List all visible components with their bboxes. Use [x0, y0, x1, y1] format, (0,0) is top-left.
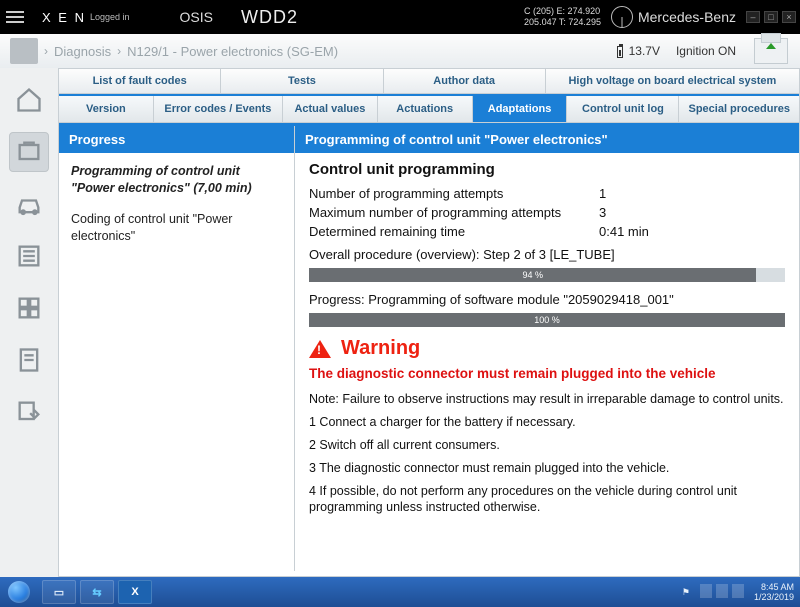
row-max-attempts: Maximum number of programming attempts 3 — [309, 205, 785, 220]
label-attempts: Number of programming attempts — [309, 186, 599, 201]
sidebar-doc[interactable] — [9, 340, 49, 380]
warning-step-1: 1 Connect a charger for the battery if n… — [309, 414, 785, 431]
tray-clock[interactable]: 8:45 AM 1/23/2019 — [754, 582, 794, 602]
logged-in-label: Logged in — [90, 12, 130, 22]
warning-headline: The diagnostic connector must remain plu… — [309, 366, 785, 381]
module-chip-icon[interactable] — [10, 38, 38, 64]
header-block1: OSIS — [180, 9, 213, 25]
breadcrumb-diagnosis[interactable]: Diagnosis — [54, 44, 111, 59]
detail-column: Programming of control unit "Power elect… — [295, 126, 799, 571]
overall-progress-pct: 94 % — [522, 268, 543, 282]
system-tray[interactable]: ⚑ 8:45 AM 1/23/2019 — [682, 582, 800, 602]
row-remaining-time: Determined remaining time 0:41 min — [309, 224, 785, 239]
module-progress-bar: 100 % — [309, 313, 785, 327]
close-button[interactable]: × — [782, 11, 796, 23]
label-remaining-time: Determined remaining time — [309, 224, 599, 239]
warning-step-4: 4 If possible, do not perform any proced… — [309, 483, 785, 517]
value-remaining-time: 0:41 min — [599, 224, 679, 239]
tab-row-top: List of fault codes Tests Author data Hi… — [59, 69, 799, 94]
app-header: X E N Logged in OSIS WDD2 C (205) E: 274… — [0, 0, 800, 34]
warning-row: Warning — [309, 337, 785, 360]
progress-body: Programming of control unit "Power elect… — [59, 153, 294, 255]
windows-taskbar: ▭ ⇆ X ⚑ 8:45 AM 1/23/2019 — [0, 577, 800, 607]
sidebar-list[interactable] — [9, 236, 49, 276]
value-max-attempts: 3 — [599, 205, 679, 220]
tab-author-data[interactable]: Author data — [384, 69, 546, 93]
minimize-button[interactable]: ‒ — [746, 11, 760, 23]
upload-arrow-icon — [766, 43, 776, 49]
tab-hv-system[interactable]: High voltage on board electrical system — [546, 69, 799, 93]
module-progress-label: Progress: Programming of software module… — [309, 292, 785, 307]
vehicle-codes: C (205) E: 274.920 205.047 T: 724.295 — [524, 6, 601, 28]
warning-step-3: 3 The diagnostic connector must remain p… — [309, 460, 785, 477]
overall-progress-bar: 94 % — [309, 268, 785, 282]
tab-version[interactable]: Version — [59, 96, 154, 122]
breadcrumb-module[interactable]: N129/1 - Power electronics (SG-EM) — [127, 44, 338, 59]
taskbar-app-explorer[interactable]: ▭ — [42, 580, 76, 604]
progress-header: Progress — [59, 126, 294, 153]
main-panel: List of fault codes Tests Author data Hi… — [58, 68, 800, 577]
ignition-status: Ignition ON — [676, 44, 736, 58]
warning-step-2: 2 Switch off all current consumers. — [309, 437, 785, 454]
tab-error-codes[interactable]: Error codes / Events — [154, 96, 283, 122]
sidebar-home[interactable] — [9, 80, 49, 120]
sidebar — [0, 68, 58, 577]
vehicle-codes-line2: 205.047 T: 724.295 — [524, 17, 601, 28]
windows-orb-icon — [8, 581, 30, 603]
tray-flag-icon[interactable]: ⚑ — [682, 587, 690, 598]
value-attempts: 1 — [599, 186, 679, 201]
progress-column: Progress Programming of control unit "Po… — [59, 126, 295, 571]
tray-status-icons[interactable] — [698, 584, 746, 600]
sidebar-diagnosis[interactable] — [9, 132, 49, 172]
warning-title: Warning — [341, 337, 420, 360]
battery-voltage: 13.7V — [617, 44, 660, 58]
tray-date: 1/23/2019 — [754, 592, 794, 602]
detail-title: Control unit programming — [309, 161, 785, 178]
start-button[interactable] — [0, 577, 38, 607]
brand-name: Mercedes-Benz — [638, 9, 736, 25]
overall-progress-fill: 94 % — [309, 268, 756, 282]
tab-tests[interactable]: Tests — [221, 69, 383, 93]
warning-note: Note: Failure to observe instructions ma… — [309, 391, 785, 408]
tab-special-procedures[interactable]: Special procedures — [679, 96, 799, 122]
tab-control-unit-log[interactable]: Control unit log — [567, 96, 679, 122]
maximize-button[interactable]: □ — [764, 11, 778, 23]
detail-header: Programming of control unit "Power elect… — [295, 126, 799, 153]
progress-next-step: Coding of control unit "Power electronic… — [71, 211, 282, 245]
taskbar-app-teamviewer[interactable]: ⇆ — [80, 580, 114, 604]
battery-icon — [617, 46, 623, 58]
label-max-attempts: Maximum number of programming attempts — [309, 205, 599, 220]
overall-label: Overall procedure (overview): Step 2 of … — [309, 247, 785, 262]
tab-fault-codes[interactable]: List of fault codes — [59, 69, 221, 93]
tab-actuations[interactable]: Actuations — [378, 96, 473, 122]
sidebar-grid[interactable] — [9, 288, 49, 328]
breadcrumb-bar: › Diagnosis › N129/1 - Power electronics… — [0, 34, 800, 68]
sidebar-tools[interactable] — [9, 392, 49, 432]
progress-current-step: Programming of control unit "Power elect… — [71, 163, 282, 197]
brand-short: X E N — [42, 10, 86, 25]
window-controls: ‒ □ × — [746, 11, 796, 23]
content-columns: Progress Programming of control unit "Po… — [59, 126, 799, 571]
menu-icon[interactable] — [6, 2, 36, 32]
row-attempts: Number of programming attempts 1 — [309, 186, 785, 201]
header-wdd: WDD2 — [241, 7, 298, 28]
print-button[interactable] — [754, 38, 788, 64]
caret-icon: › — [44, 44, 48, 58]
vehicle-codes-line1: C (205) E: 274.920 — [524, 6, 601, 17]
sidebar-vehicle[interactable] — [9, 184, 49, 224]
warning-triangle-icon — [309, 340, 331, 358]
detail-body: Control unit programming Number of progr… — [295, 153, 799, 571]
module-progress-pct: 100 % — [534, 313, 560, 327]
caret-icon: › — [117, 44, 121, 58]
tab-adaptations[interactable]: Adaptations — [473, 96, 568, 122]
mercedes-star-icon — [611, 6, 633, 28]
tab-actual-values[interactable]: Actual values — [283, 96, 378, 122]
taskbar-app-xentry[interactable]: X — [118, 580, 152, 604]
brand-logo: Mercedes-Benz — [611, 6, 736, 28]
voltage-value: 13.7V — [629, 44, 660, 58]
tab-row-bottom: Version Error codes / Events Actual valu… — [59, 94, 799, 123]
tray-time: 8:45 AM — [754, 582, 794, 592]
module-progress-fill: 100 % — [309, 313, 785, 327]
